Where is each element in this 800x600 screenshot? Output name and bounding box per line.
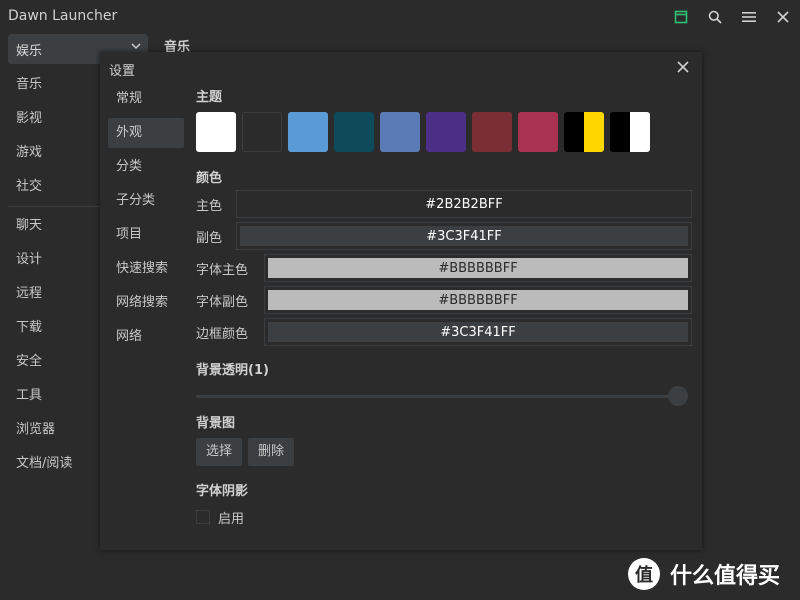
nav-appearance[interactable]: 外观 (108, 118, 184, 148)
swatch-color (243, 113, 281, 151)
font-shadow-checkbox[interactable] (196, 510, 210, 524)
swatch-color (472, 112, 512, 152)
theme-swatch[interactable] (242, 112, 282, 152)
slider-thumb[interactable] (668, 386, 688, 406)
nav-web-search[interactable]: 网络搜索 (108, 288, 184, 318)
color-value[interactable]: #3C3F41FF (240, 226, 688, 246)
search-icon[interactable] (703, 5, 727, 29)
menu-icon[interactable] (737, 5, 761, 29)
opacity-slider[interactable] (196, 385, 690, 407)
color-label: 字体主色 (196, 263, 249, 278)
nav-items[interactable]: 项目 (108, 220, 184, 250)
color-field-font-secondary[interactable]: #BBBBBBFF (264, 286, 692, 314)
theme-swatches (196, 112, 656, 152)
nav-category[interactable]: 分类 (108, 152, 184, 182)
settings-dialog: 设置 常规 外观 分类 子分类 项目 快速搜索 网络搜索 网络 主题 颜色 主色… (100, 52, 702, 550)
theme-swatch[interactable] (564, 112, 604, 152)
color-label: 副色 (196, 231, 223, 246)
color-field-secondary[interactable]: #3C3F41FF (236, 222, 692, 250)
swatch-color (196, 112, 236, 152)
theme-swatch[interactable] (380, 112, 420, 152)
watermark-logo: 值 (628, 558, 660, 590)
appearance-panel: 主题 颜色 主色 #2B2B2BFF 副色 #3C3F41FF 字体主色 #BB… (196, 52, 696, 550)
watermark-text: 什么值得买 (670, 564, 781, 589)
nav-subcategory[interactable]: 子分类 (108, 186, 184, 216)
colors-title: 颜色 (196, 171, 223, 186)
dialog-title: 设置 (109, 64, 136, 79)
color-field-primary[interactable]: #2B2B2BFF (236, 190, 692, 218)
swatch-color (584, 112, 604, 152)
swatch-color (334, 112, 374, 152)
nav-network[interactable]: 网络 (108, 322, 184, 352)
opacity-title: 背景透明(1) (196, 363, 269, 378)
swatch-color (630, 112, 650, 152)
color-value[interactable]: #BBBBBBFF (268, 258, 688, 278)
color-label: 字体副色 (196, 295, 249, 310)
theme-swatch[interactable] (472, 112, 512, 152)
color-value[interactable]: #2B2B2BFF (240, 194, 688, 214)
color-field-font-primary[interactable]: #BBBBBBFF (264, 254, 692, 282)
swatch-color (564, 112, 584, 152)
color-row-primary: 主色 #2B2B2BFF (196, 190, 692, 218)
color-row-font-primary: 字体主色 #BBBBBBFF (196, 254, 692, 282)
settings-nav: 常规 外观 分类 子分类 项目 快速搜索 网络搜索 网络 (108, 84, 184, 356)
background-image-title: 背景图 (196, 416, 236, 431)
nav-quick-search[interactable]: 快速搜索 (108, 254, 184, 284)
font-shadow-label: 启用 (218, 512, 245, 527)
slider-track (196, 395, 680, 398)
color-row-border: 边框颜色 #3C3F41FF (196, 318, 692, 346)
theme-swatch[interactable] (288, 112, 328, 152)
theme-swatch[interactable] (518, 112, 558, 152)
color-label: 边框颜色 (196, 327, 249, 342)
category-select-value: 娱乐 (16, 44, 43, 59)
delete-image-button[interactable]: 删除 (248, 438, 295, 466)
swatch-color (288, 112, 328, 152)
close-icon[interactable] (771, 5, 795, 29)
theme-swatch[interactable] (610, 112, 650, 152)
swatch-color (380, 112, 420, 152)
theme-title: 主题 (196, 90, 223, 105)
color-row-font-secondary: 字体副色 #BBBBBBFF (196, 286, 692, 314)
theme-swatch[interactable] (334, 112, 374, 152)
panel-icon[interactable] (669, 5, 693, 29)
swatch-color (426, 112, 466, 152)
theme-swatch[interactable] (196, 112, 236, 152)
select-image-button[interactable]: 选择 (196, 438, 243, 466)
color-row-secondary: 副色 #3C3F41FF (196, 222, 692, 250)
watermark: 值 什么值得买 (628, 556, 798, 592)
theme-swatch[interactable] (426, 112, 466, 152)
nav-general[interactable]: 常规 (108, 84, 184, 114)
color-field-border[interactable]: #3C3F41FF (264, 318, 692, 346)
swatch-color (518, 112, 558, 152)
color-label: 主色 (196, 199, 223, 214)
app-title: Dawn Launcher (8, 8, 118, 24)
color-value[interactable]: #3C3F41FF (268, 322, 688, 342)
font-shadow-title: 字体阴影 (196, 484, 249, 499)
swatch-color (610, 112, 630, 152)
title-bar: Dawn Launcher (0, 0, 800, 34)
color-value[interactable]: #BBBBBBFF (268, 290, 688, 310)
